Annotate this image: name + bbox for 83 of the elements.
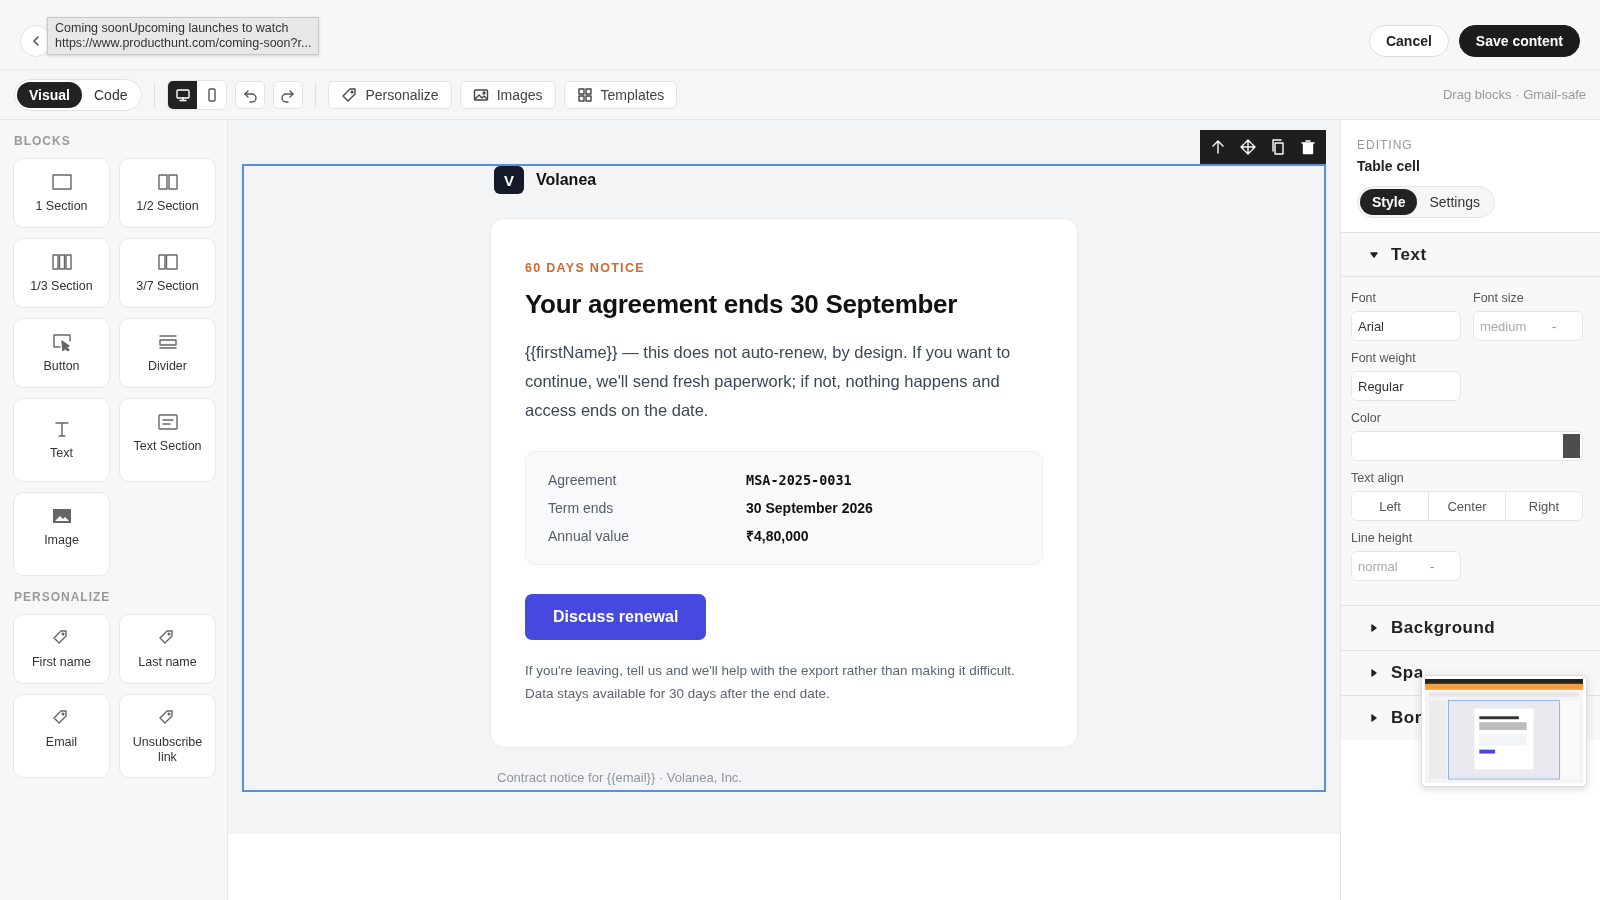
input-field[interactable]: medium - — [1473, 311, 1583, 341]
columns-icon — [51, 252, 72, 271]
input-field[interactable]: normal - — [1351, 551, 1461, 581]
panel-tab[interactable]: Style — [1360, 189, 1418, 215]
copy-icon — [1270, 139, 1286, 155]
toolbar-button[interactable]: Templates — [563, 80, 678, 109]
field-label: Color — [1351, 411, 1382, 425]
text-block-icon — [157, 413, 178, 431]
editing-target: Table cell — [1357, 158, 1421, 174]
email-note: If you're leaving, tell us and we'll help with the export rather than making it difficult. Data stays available for 30 days after the end date. — [525, 662, 1016, 703]
columns-icon — [157, 172, 178, 191]
eyebrow-label: 60 DAYS NOTICE — [525, 261, 646, 275]
toolbar-hint: Drag blocks · Gmail-safe — [1442, 87, 1586, 102]
block-tile[interactable]: First name — [13, 614, 110, 684]
caret-right-icon — [1369, 713, 1379, 723]
mode-tab[interactable]: Visual — [17, 81, 82, 108]
field-label: Font size — [1473, 291, 1525, 305]
divider-icon — [157, 332, 178, 351]
email-body: {{firstName}} — this does not auto-renew, by design. If you want to continue, we'll send fresh paperwork; if not, nothing happens and access ends on the date. — [525, 342, 1012, 421]
block-tile[interactable]: 1 Section — [13, 158, 110, 228]
cancel-button[interactable]: Cancel — [1368, 24, 1449, 57]
field-label: Font — [1351, 291, 1377, 305]
block-tile[interactable]: 3/7 Section — [119, 238, 216, 308]
image-icon — [472, 86, 489, 103]
block-tile[interactable]: Text — [13, 398, 110, 482]
move-icon — [1240, 139, 1256, 155]
section-heading: BLOCKS — [14, 134, 72, 148]
input-field[interactable]: Regular — [1351, 371, 1461, 401]
toolbar-button[interactable]: Personalize — [328, 80, 452, 109]
field-label: Font weight — [1351, 351, 1417, 365]
tag-icon — [341, 86, 358, 103]
detail-label: Term ends — [548, 499, 615, 518]
undo-button[interactable] — [235, 80, 266, 109]
detail-value: MSA-2025-0031 — [746, 471, 853, 490]
block-tile[interactable]: Divider — [119, 318, 216, 388]
move-up-icon — [1210, 139, 1226, 155]
block-tile[interactable]: Image — [13, 492, 110, 576]
columns-icon — [157, 252, 178, 271]
color-field[interactable] — [1351, 431, 1583, 461]
email-heading: Your agreement ends 30 September — [525, 289, 959, 320]
tooltip-title: Coming soonUpcoming launches to watch — [55, 21, 290, 36]
trash-icon — [1300, 139, 1316, 155]
editing-caption: EDITING — [1357, 138, 1414, 152]
pointer-icon — [51, 332, 72, 351]
align-option[interactable]: Right — [1505, 491, 1583, 521]
field-label: Line height — [1351, 531, 1414, 545]
detail-label: Agreement — [548, 471, 618, 490]
redo-button[interactable] — [273, 80, 304, 109]
mode-tab[interactable]: Code — [82, 81, 140, 108]
section-header[interactable]: Text — [1341, 233, 1600, 277]
caret-right-icon — [1369, 668, 1379, 678]
caret-down-icon — [1369, 249, 1379, 260]
monitor-icon — [174, 86, 191, 103]
section-header[interactable]: Background — [1341, 606, 1600, 650]
desktop-view-button[interactable] — [168, 80, 198, 109]
input-field[interactable]: Arial — [1351, 311, 1461, 341]
block-tile[interactable]: Last name — [119, 614, 216, 684]
tooltip-url: https://www.producthunt.com/coming-soon?r... — [55, 36, 312, 51]
block-tile[interactable]: Unsubscribe link — [119, 694, 216, 778]
detail-label: Annual value — [548, 527, 630, 546]
block-tile[interactable]: Email — [13, 694, 110, 778]
cta-button[interactable]: Discuss renewal — [525, 594, 707, 640]
brand-name: Volanea — [536, 171, 597, 189]
logo-mark: V — [494, 166, 524, 194]
image-icon — [51, 507, 72, 525]
detail-value: ₹4,80,000 — [746, 527, 810, 546]
align-option[interactable]: Left — [1351, 491, 1429, 521]
panel-tab[interactable]: Settings — [1417, 189, 1493, 215]
save-button[interactable]: Save content — [1458, 24, 1580, 57]
section-icon — [51, 172, 72, 191]
toolbar-button[interactable]: Images — [459, 80, 556, 109]
block-tile[interactable]: Button — [13, 318, 110, 388]
block-tile[interactable]: 1/3 Section — [13, 238, 110, 308]
field-label: Text align — [1351, 471, 1405, 485]
grid-icon — [576, 86, 593, 103]
align-option[interactable]: Center — [1428, 491, 1506, 521]
color-swatch[interactable] — [1563, 434, 1580, 458]
detail-value: 30 September 2026 — [746, 499, 874, 518]
block-tile[interactable]: Text Section — [119, 398, 216, 482]
block-tile[interactable]: 1/2 Section — [119, 158, 216, 228]
email-footer: Contract notice for {{email}} · Volanea, Inc. — [497, 770, 1078, 785]
section-heading: PERSONALIZE — [14, 590, 112, 604]
caret-right-icon — [1369, 623, 1379, 633]
